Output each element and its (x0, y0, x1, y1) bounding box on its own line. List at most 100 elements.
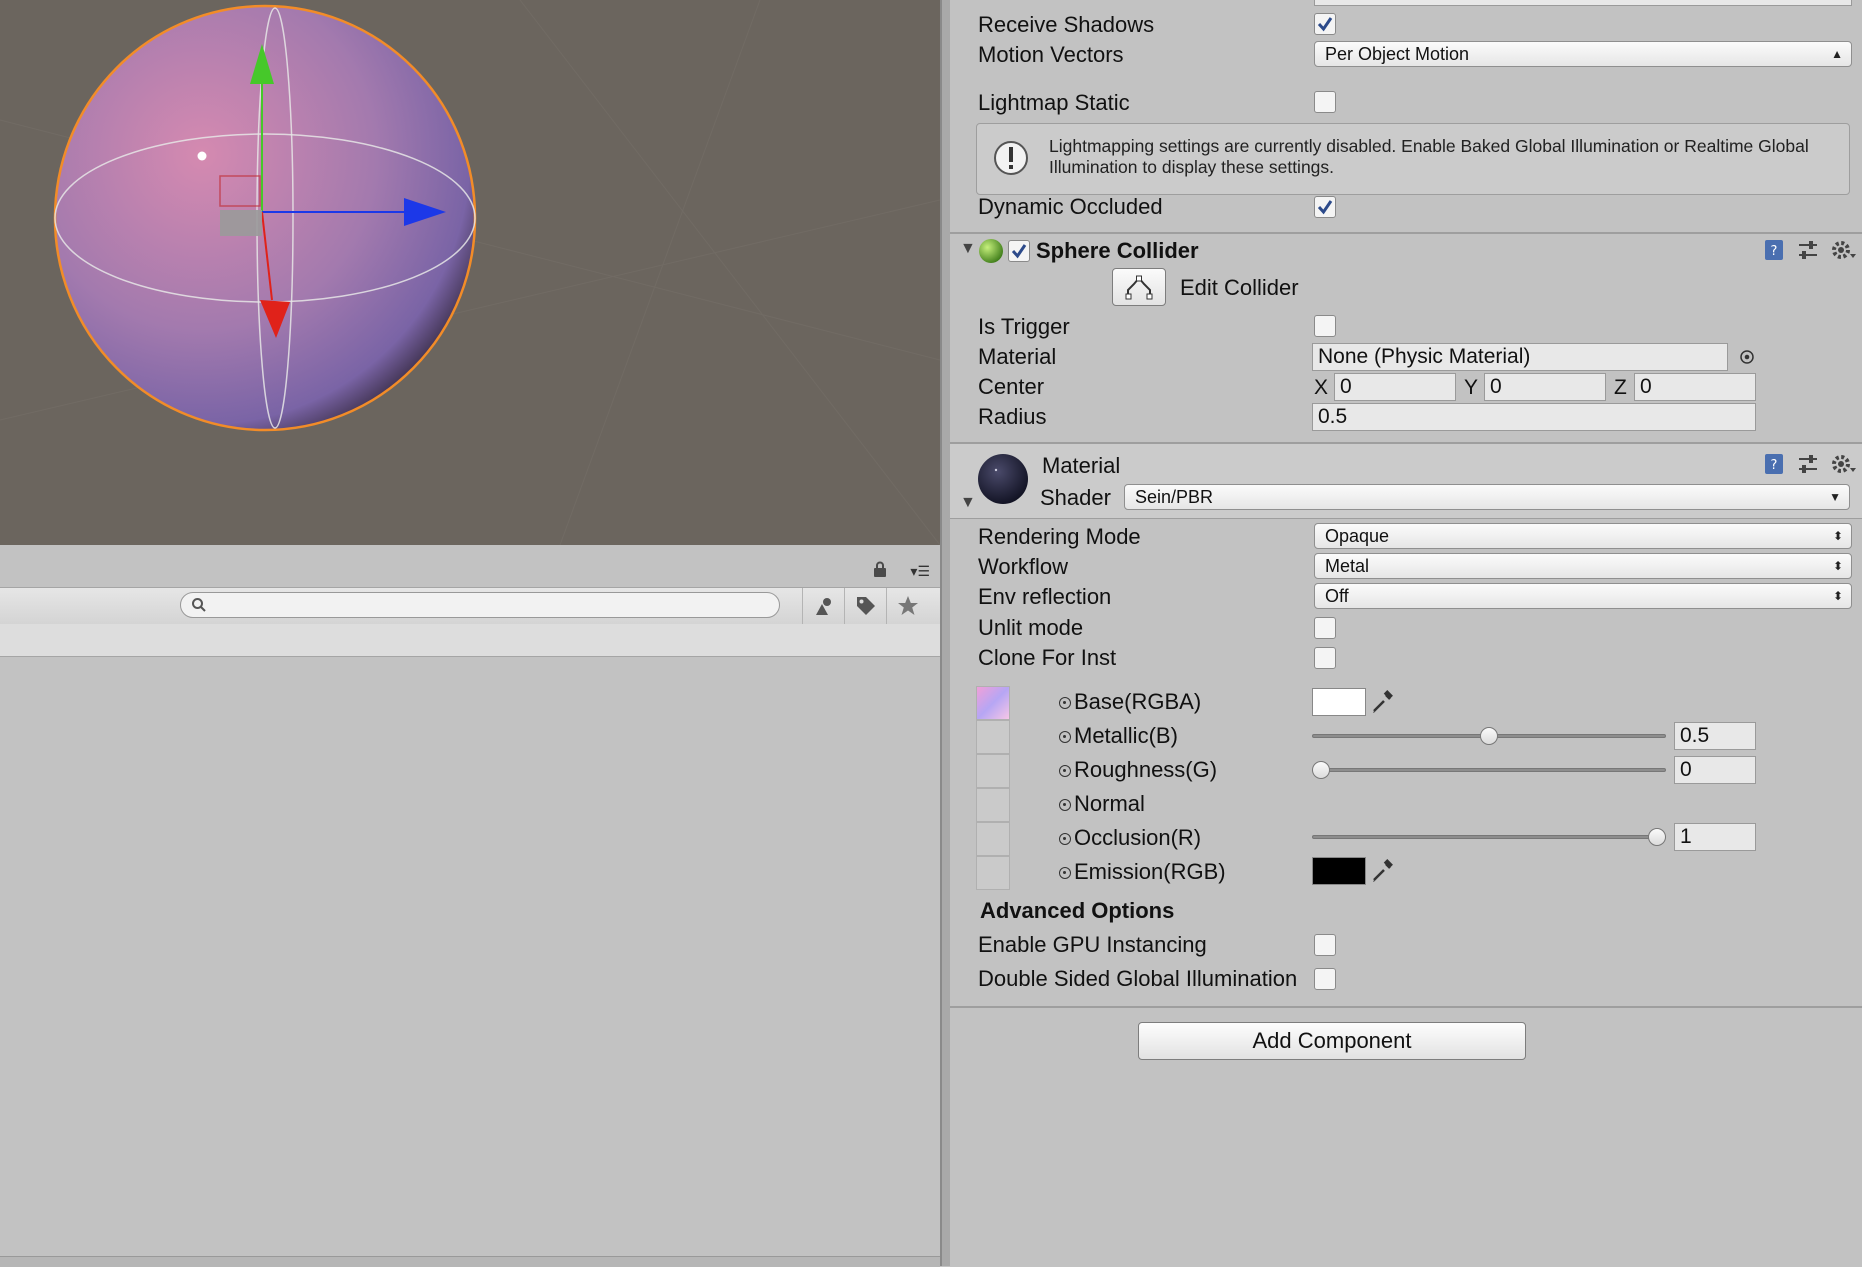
workflow-value: Metal (1325, 556, 1370, 576)
metallic-texture-slot[interactable] (976, 720, 1010, 754)
radius-label: Radius (978, 404, 1047, 429)
rendering-mode-value: Opaque (1325, 526, 1390, 546)
occlusion-texture-slot[interactable] (976, 822, 1010, 856)
roughness-value-field[interactable]: 0 (1674, 756, 1756, 784)
search-input[interactable] (180, 592, 780, 618)
base-texture-slot[interactable] (976, 686, 1010, 720)
help-book-icon[interactable]: ? (1762, 238, 1786, 262)
center-y-field[interactable]: 0 (1484, 373, 1606, 401)
shader-label: Shader (1040, 485, 1111, 510)
panel-tab-strip: ▾☰ (0, 545, 940, 587)
motion-vectors-label: Motion Vectors (978, 42, 1124, 67)
scene-canvas[interactable] (0, 0, 940, 545)
gear-icon[interactable] (1830, 238, 1856, 262)
motion-vectors-dropdown[interactable]: Per Object Motion ▲ (1314, 41, 1852, 67)
material-foldout-icon[interactable]: ▼ (960, 494, 976, 512)
svg-text:?: ? (1771, 458, 1778, 473)
preset-sliders-icon[interactable] (1796, 238, 1820, 262)
edit-collider-button[interactable] (1112, 268, 1166, 306)
emission-texture-slot[interactable] (976, 856, 1010, 890)
env-reflection-label: Env reflection (978, 584, 1112, 609)
occlusion-slider-handle[interactable] (1648, 828, 1666, 846)
material-header-icons: ? (1762, 452, 1856, 476)
lock-icon[interactable] (872, 561, 888, 577)
center-z-field[interactable]: 0 (1634, 373, 1756, 401)
dynamic-occluded-checkbox[interactable] (1314, 196, 1336, 218)
workflow-label: Workflow (978, 554, 1069, 579)
clone-for-inst-label: Clone For Inst (978, 645, 1117, 670)
sphere-collider-icon (979, 239, 1003, 263)
property-target-icon[interactable] (1059, 697, 1071, 709)
property-target-icon[interactable] (1059, 731, 1071, 743)
normal-texture-slot[interactable] (976, 788, 1010, 822)
project-list-header (0, 624, 940, 657)
material-preview-thumbnail[interactable] (976, 452, 1030, 506)
workflow-dropdown[interactable]: Metal ⬍ (1314, 553, 1852, 579)
add-component-button[interactable]: Add Component (1138, 1022, 1526, 1060)
preset-sliders-icon[interactable] (1796, 452, 1820, 476)
metallic-label: Metallic(B) (1074, 723, 1178, 748)
property-target-icon[interactable] (1059, 765, 1071, 777)
lightmap-static-checkbox[interactable] (1314, 91, 1336, 113)
dropdown-arrow-icon: ⬍ (1832, 559, 1843, 573)
bottom-scrollbar[interactable] (0, 1256, 940, 1267)
project-list[interactable] (0, 657, 940, 1257)
checkmark-icon (1317, 17, 1333, 32)
cast-shadows-dropdown[interactable] (1314, 0, 1852, 6)
is-trigger-checkbox[interactable] (1314, 315, 1336, 337)
env-reflection-dropdown[interactable]: Off ⬍ (1314, 583, 1852, 609)
metallic-value-field[interactable]: 0.5 (1674, 722, 1756, 750)
light-dot (197, 151, 207, 161)
property-target-icon[interactable] (1059, 799, 1071, 811)
roughness-slider-track[interactable] (1312, 768, 1666, 772)
object-picker-icon[interactable] (1738, 348, 1756, 366)
filter-by-label-button[interactable] (844, 588, 887, 624)
double-sided-gi-label: Double Sided Global Illumination (978, 966, 1298, 991)
sphere-collider-foldout-icon[interactable]: ▼ (960, 240, 976, 258)
gear-icon[interactable] (1830, 452, 1856, 476)
emission-color-swatch[interactable] (1312, 857, 1366, 885)
help-book-icon[interactable]: ? (1762, 452, 1786, 476)
filter-by-type-button[interactable] (802, 588, 845, 624)
occlusion-value-field[interactable]: 1 (1674, 823, 1756, 851)
panel-menu-icon[interactable]: ▾☰ (910, 563, 930, 580)
eyedropper-icon[interactable] (1370, 689, 1396, 715)
dropdown-arrow-icon: ⬍ (1832, 529, 1843, 543)
sphere-collider-enabled-checkbox[interactable] (1008, 240, 1030, 262)
base-color-swatch[interactable] (1312, 688, 1366, 716)
rendering-mode-label: Rendering Mode (978, 524, 1141, 549)
clone-for-inst-checkbox[interactable] (1314, 647, 1336, 669)
unlit-mode-checkbox[interactable] (1314, 617, 1336, 639)
gpu-instancing-label: Enable GPU Instancing (978, 932, 1207, 957)
gpu-instancing-checkbox[interactable] (1314, 934, 1336, 956)
double-sided-gi-checkbox[interactable] (1314, 968, 1336, 990)
roughness-slider-handle[interactable] (1312, 761, 1330, 779)
gizmo-center-handle[interactable] (220, 210, 262, 236)
inspector-panel: Receive Shadows Motion Vectors Per Objec… (950, 0, 1862, 1266)
metallic-slider-handle[interactable] (1480, 727, 1498, 745)
occlusion-slider-track[interactable] (1312, 835, 1666, 839)
lightmapping-help-box: Lightmapping settings are currently disa… (976, 123, 1850, 195)
eyedropper-icon[interactable] (1370, 858, 1396, 884)
collider-material-label: Material (978, 344, 1057, 369)
rendering-mode-dropdown[interactable]: Opaque ⬍ (1314, 523, 1852, 549)
section-divider (950, 518, 1862, 519)
property-target-icon[interactable] (1059, 867, 1071, 879)
favorites-button[interactable] (886, 588, 929, 624)
radius-field[interactable]: 0.5 (1312, 403, 1756, 431)
base-label: Base(RGBA) (1074, 689, 1202, 714)
motion-vectors-value: Per Object Motion (1325, 44, 1470, 64)
receive-shadows-checkbox[interactable] (1314, 13, 1336, 35)
collider-material-field[interactable]: None (Physic Material) (1312, 343, 1728, 371)
roughness-texture-slot[interactable] (976, 754, 1010, 788)
is-trigger-label: Is Trigger (978, 314, 1070, 339)
scene-view[interactable] (0, 0, 940, 545)
center-x-field[interactable]: 0 (1334, 373, 1456, 401)
property-target-icon[interactable] (1059, 833, 1071, 845)
shader-dropdown[interactable]: Sein/PBR ▼ (1124, 484, 1850, 510)
panel-divider[interactable] (940, 0, 950, 1266)
filter-type-icon (816, 598, 831, 615)
lightmapping-help-text: Lightmapping settings are currently disa… (1049, 136, 1809, 177)
material-title: Material (1042, 453, 1121, 478)
svg-text:?: ? (1771, 244, 1778, 259)
